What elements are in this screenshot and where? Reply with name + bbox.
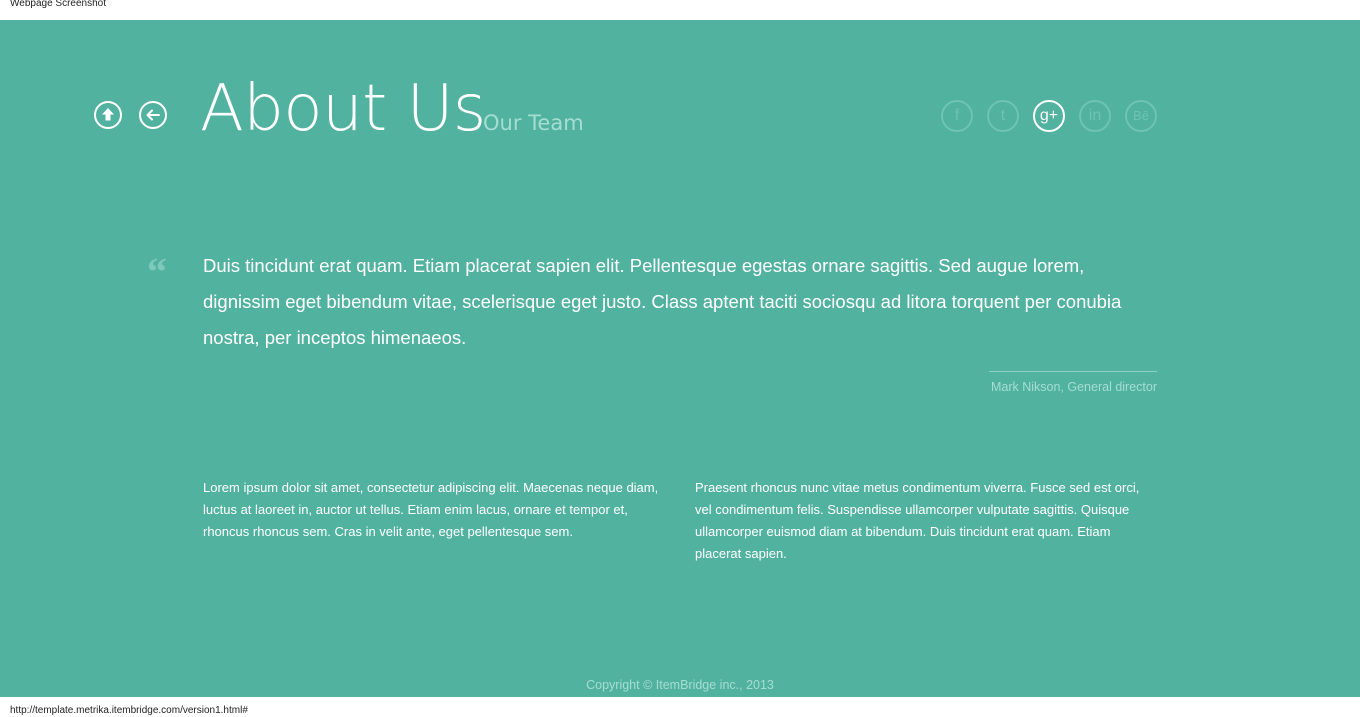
scroll-up-button[interactable] — [94, 101, 122, 129]
facebook-icon[interactable]: f — [941, 100, 973, 132]
about-us-page: About Us Our Team f t g+ in Bē “ Duis ti… — [0, 20, 1360, 697]
quote-text: Duis tincidunt erat quam. Etiam placerat… — [203, 255, 1122, 348]
page-subtitle[interactable]: Our Team — [483, 110, 584, 136]
back-button[interactable] — [139, 101, 167, 129]
twitter-icon[interactable]: t — [987, 100, 1019, 132]
quote-mark-icon: “ — [147, 249, 167, 294]
text-column-right: Praesent rhoncus nunc vitae metus condim… — [695, 480, 1140, 561]
arrow-left-icon — [146, 109, 160, 121]
quote-author: Mark Nikson, General director — [990, 380, 1157, 394]
linkedin-icon[interactable]: in — [1079, 100, 1111, 132]
window-caption: Webpage Screenshot — [10, 0, 106, 9]
quote-divider — [989, 371, 1157, 372]
text-column-left: Lorem ipsum dolor sit amet, consectetur … — [203, 480, 659, 539]
google-plus-icon[interactable]: g+ — [1033, 100, 1065, 132]
copyright: Copyright © ItemBridge inc., 2013 — [586, 678, 774, 692]
arrow-up-icon — [102, 108, 114, 121]
page-title: About Us — [200, 72, 486, 146]
behance-icon[interactable]: Bē — [1125, 100, 1157, 132]
status-bar-url: http://template.metrika.itembridge.com/v… — [10, 705, 248, 716]
